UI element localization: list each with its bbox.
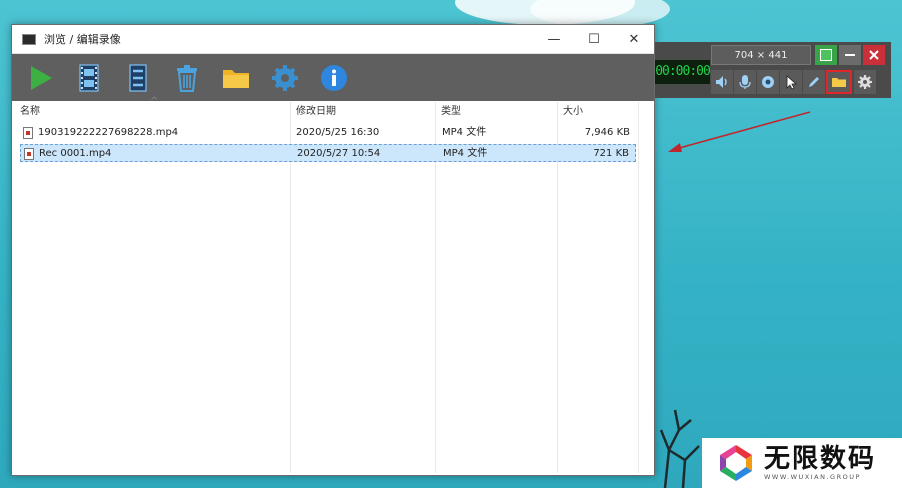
record-icon	[820, 49, 832, 61]
cursor-icon	[786, 75, 798, 90]
minimize-icon	[845, 54, 855, 56]
window-title: 浏览 / 编辑录像	[44, 33, 121, 46]
minimize-button[interactable]: —	[534, 25, 574, 53]
logo-mark-icon	[720, 445, 752, 481]
file-date: 2020/5/25 16:30	[296, 127, 380, 138]
pencil-icon	[809, 77, 819, 87]
recorder-control-panel: 00:00:00 704 × 441	[655, 42, 891, 98]
speaker-button[interactable]	[711, 70, 733, 94]
speaker-icon	[716, 76, 727, 88]
film-convert-icon	[129, 63, 147, 92]
panel-settings-button[interactable]	[854, 70, 876, 94]
watermark-name: 无限数码	[764, 444, 877, 474]
file-size: 721 KB	[593, 148, 629, 159]
table-row-selected[interactable]: Rec 0001.mp4 2020/5/27 10:54 MP4 文件 721 …	[20, 144, 636, 162]
gear-icon	[272, 64, 298, 91]
file-name: Rec 0001.mp4	[39, 148, 112, 159]
annotation-arrow	[668, 111, 811, 152]
file-size: 7,946 KB	[584, 127, 630, 138]
microphone-icon	[739, 75, 751, 89]
column-header-size[interactable]: 大小	[557, 102, 638, 122]
watermark-subtitle: WWW.WUXIAN.GROUP	[764, 473, 861, 481]
trash-icon	[177, 64, 197, 92]
folder-icon	[223, 69, 249, 88]
column-header-type[interactable]: 类型	[435, 102, 557, 122]
about-button[interactable]	[316, 60, 352, 96]
mp4-file-icon	[23, 127, 33, 139]
close-icon	[869, 50, 879, 60]
open-folder-button[interactable]	[218, 60, 254, 96]
play-icon	[31, 65, 52, 90]
film-edit-icon	[79, 63, 99, 92]
browse-edit-window: 浏览 / 编辑录像 — ☐ ✕ 名称 ^ 修改日期 类型 大小 19031922…	[11, 24, 655, 476]
maximize-button[interactable]: ☐	[574, 25, 614, 53]
column-separator	[638, 102, 639, 473]
cursor-button[interactable]	[780, 70, 802, 94]
file-name: 190319222227698228.mp4	[38, 127, 179, 138]
panel-minimize-button[interactable]	[839, 45, 861, 65]
gear-icon	[858, 75, 872, 89]
settings-button[interactable]	[267, 60, 303, 96]
convert-video-button[interactable]	[120, 60, 156, 96]
mp4-file-icon	[24, 148, 34, 160]
record-button[interactable]	[815, 45, 837, 65]
app-icon	[22, 33, 36, 45]
timer-display: 00:00:00	[655, 60, 711, 84]
draw-button[interactable]	[803, 70, 825, 94]
watermark-logo: 无限数码 WWW.WUXIAN.GROUP	[702, 438, 902, 488]
file-date: 2020/5/27 10:54	[297, 148, 381, 159]
edit-video-button[interactable]	[71, 60, 107, 96]
delete-button[interactable]	[169, 60, 205, 96]
file-type: MP4 文件	[443, 148, 488, 159]
folder-icon	[832, 78, 846, 87]
webcam-button[interactable]	[757, 70, 779, 94]
toolbar	[12, 54, 654, 101]
info-icon	[321, 64, 347, 91]
table-row[interactable]: 190319222227698228.mp4 2020/5/25 16:30 M…	[20, 124, 636, 142]
sort-indicator-icon: ^	[150, 96, 159, 107]
file-list[interactable]: 名称 ^ 修改日期 类型 大小 190319222227698228.mp4 2…	[14, 96, 652, 473]
column-header-date[interactable]: 修改日期	[290, 102, 435, 122]
title-bar: 浏览 / 编辑录像 — ☐ ✕	[12, 25, 654, 54]
file-type: MP4 文件	[442, 127, 487, 138]
open-folder-tool-button[interactable]	[826, 70, 852, 94]
webcam-icon	[762, 76, 774, 88]
panel-close-button[interactable]	[863, 45, 885, 65]
play-button[interactable]	[22, 60, 58, 96]
capture-dimensions[interactable]: 704 × 441	[711, 45, 811, 65]
close-button[interactable]: ✕	[614, 25, 654, 53]
microphone-button[interactable]	[734, 70, 756, 94]
